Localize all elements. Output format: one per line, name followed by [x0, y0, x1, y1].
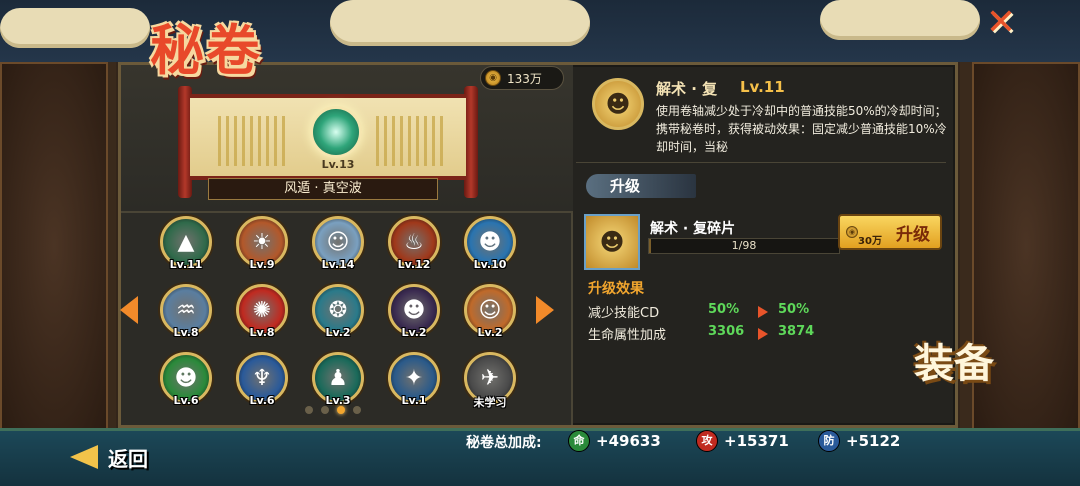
skill-slot[interactable]: ♟ Lv.3 [312, 352, 368, 408]
effect-title: 升级效果 [588, 281, 644, 297]
hp-badge-icon: 命 [568, 430, 590, 452]
coin-amount: 133万 [507, 71, 542, 86]
effect-row: 减少技能CD 50% 50% [588, 302, 868, 324]
skill-level-label: Lv.2 [325, 326, 351, 339]
bonus-hp: 命 +49633 [568, 430, 661, 452]
back-button[interactable]: 返回 [70, 442, 148, 472]
bonus-defense: 防 +5122 [818, 430, 900, 452]
left-side-panel [0, 62, 108, 430]
skill-grid: ▲ Lv.11 ☀ Lv.9 ☺ Lv.14 ♨ Lv.12 ☻ Lv.10 ♒ Lv.8 ✺ Lv.8 ❂… [160, 216, 530, 409]
skill-slot[interactable]: ☀ Lv.9 [236, 216, 292, 272]
effect-label: 生命属性加成 [588, 328, 667, 343]
page-title: 秘卷 [150, 18, 262, 82]
skill-level-label: Lv.12 [397, 258, 431, 271]
skill-level-label: Lv.11 [169, 258, 203, 271]
arrow-right-icon [758, 306, 768, 318]
skill-level-label: Lv.2 [477, 326, 503, 339]
effect-new-value: 50% [778, 302, 810, 317]
effect-old-value: 3306 [708, 324, 745, 339]
cloud-decoration [0, 8, 150, 48]
upgrade-button[interactable]: ◉ 30万 升级 [838, 214, 942, 250]
scroll-rod-right [464, 86, 478, 198]
fragment-progress-text: 1/98 [731, 239, 757, 252]
prev-page-arrow-icon[interactable] [120, 296, 138, 324]
skill-slot[interactable]: ✦ Lv.1 [388, 352, 444, 408]
skill-slot[interactable]: ☺ Lv.2 [464, 284, 520, 340]
upgrade-button-label: 升级 [896, 224, 930, 245]
upgrade-cost: 30万 [858, 235, 882, 247]
skill-portrait-icon: ☻ [592, 78, 644, 130]
skill-level-label: Lv.2 [401, 326, 427, 339]
skill-slot[interactable]: ❂ Lv.2 [312, 284, 368, 340]
page-dot[interactable] [305, 406, 313, 414]
equip-button[interactable]: 装备 [914, 340, 1024, 470]
detail-pane: ☻ 解术 · 复 Lv.11 使用卷轴减少处于冷却中的普通技能50%的冷却时间；… [572, 64, 952, 426]
fragment-progress-bar: 1/98 [648, 238, 840, 254]
close-button[interactable]: ✕ [976, 2, 1026, 43]
fragment-portrait-icon[interactable]: ☻ [584, 214, 640, 270]
skill-slot[interactable]: ♆ Lv.6 [236, 352, 292, 408]
page-dot[interactable] [337, 406, 345, 414]
cloud-decoration [330, 0, 590, 46]
effect-row: 生命属性加成 3306 3874 [588, 324, 868, 346]
skill-slot[interactable]: ▲ Lv.11 [160, 216, 216, 272]
skill-slot[interactable]: ☻ Lv.2 [388, 284, 444, 340]
skill-slot[interactable]: ♒ Lv.8 [160, 284, 216, 340]
coin-icon: ◉ [485, 70, 501, 86]
upgrade-section-header: 升级 [586, 174, 696, 198]
scroll-script-left [218, 116, 288, 166]
skill-level-label: Lv.8 [173, 326, 199, 339]
skill-slot[interactable]: ♨ Lv.12 [388, 216, 444, 272]
bonus-attack: 攻 +15371 [696, 430, 789, 452]
back-arrow-icon [70, 445, 98, 469]
skill-slot[interactable]: ✈ 未学习 [464, 352, 520, 409]
back-label: 返回 [108, 446, 148, 471]
skill-level-label: Lv.14 [321, 258, 355, 271]
bonus-hp-value: +49633 [596, 432, 661, 450]
skill-slot[interactable]: ☺ Lv.14 [312, 216, 368, 272]
effect-old-value: 50% [708, 302, 740, 317]
bonus-attack-value: +15371 [724, 432, 789, 450]
skill-level-label: Lv.9 [249, 258, 275, 271]
scroll-level: Lv.13 [321, 158, 355, 171]
bonus-defense-value: +5122 [846, 432, 901, 450]
skill-level-label: Lv.6 [249, 394, 275, 407]
page-dot[interactable] [353, 406, 361, 414]
skill-slot[interactable]: ☻ Lv.6 [160, 352, 216, 408]
page-indicator [305, 406, 361, 414]
skill-description: 使用卷轴减少处于冷却中的普通技能50%的冷却时间；携带秘卷时，获得被动效果：固定… [656, 104, 947, 154]
attack-badge-icon: 攻 [696, 430, 718, 452]
skill-level: Lv.11 [740, 78, 785, 96]
defense-badge-icon: 防 [818, 430, 840, 452]
next-page-arrow-icon[interactable] [536, 296, 554, 324]
skill-slot[interactable]: ☻ Lv.10 [464, 216, 520, 272]
cloud-decoration [820, 0, 980, 40]
skill-slot[interactable]: ✺ Lv.8 [236, 284, 292, 340]
close-x-icon: ✕ [985, 2, 1017, 43]
skill-level-label: Lv.10 [473, 258, 507, 271]
skill-level-label: Lv.6 [173, 394, 199, 407]
total-bonus-label: 秘卷总加成: [466, 435, 542, 451]
featured-scroll[interactable]: Lv.13 风遁 · 真空波 [178, 86, 478, 200]
scroll-name: 风遁 · 真空波 [208, 178, 438, 200]
divider [576, 162, 946, 163]
skill-name: 解术 · 复 [656, 80, 718, 98]
wind-scroll-icon [310, 106, 362, 158]
coin-counter: ◉ 133万 [480, 66, 564, 90]
scroll-paper: Lv.13 [190, 94, 466, 180]
fragment-name: 解术 · 复碎片 [650, 221, 736, 237]
skill-level-label: Lv.8 [249, 326, 275, 339]
effect-label: 减少技能CD [588, 306, 660, 321]
effect-new-value: 3874 [778, 324, 815, 339]
page-dot[interactable] [321, 406, 329, 414]
skill-level-label: 未学习 [473, 396, 507, 409]
skill-level-label: Lv.1 [401, 394, 427, 407]
arrow-right-icon [758, 328, 768, 340]
scroll-script-right [376, 116, 446, 166]
